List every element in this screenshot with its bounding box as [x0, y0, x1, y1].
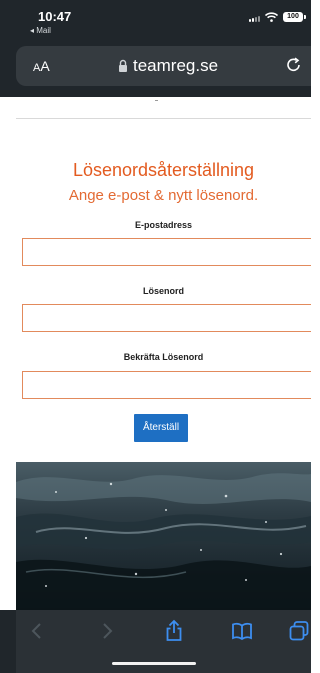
status-icons: 100 [249, 12, 306, 22]
address-bar[interactable]: AA teamreg.se [16, 46, 311, 86]
page-subtitle: Ange e-post & nytt lösenord. [68, 187, 259, 204]
confirm-password-field[interactable] [22, 371, 311, 399]
status-time: 10:47 [38, 9, 72, 24]
bookmarks-icon[interactable] [230, 619, 254, 643]
ocean-image [16, 462, 311, 610]
page-divider [16, 118, 311, 119]
tabs-icon[interactable] [287, 619, 311, 643]
password-field[interactable] [22, 304, 311, 332]
lock-icon [119, 59, 127, 72]
forward-icon[interactable] [94, 619, 118, 643]
password-label: Lösenord [142, 286, 184, 296]
text-size-button[interactable]: AA [33, 58, 50, 74]
url-display[interactable]: teamreg.se [118, 56, 218, 76]
back-icon[interactable] [26, 619, 50, 643]
status-bar: 10:47 ◂ Mail 100 [0, 0, 311, 46]
page-header-fragment [155, 100, 158, 101]
battery-icon: 100 [283, 12, 306, 22]
signal-icon [249, 12, 260, 22]
wifi-icon [265, 12, 278, 22]
browser-top-chrome: 10:47 ◂ Mail 100 AA teamreg.se [0, 0, 311, 97]
reload-icon[interactable] [285, 56, 303, 74]
confirm-password-label: Bekräfta Lösenord [123, 352, 204, 362]
email-field[interactable] [22, 238, 311, 266]
reset-button[interactable]: Återställ [134, 414, 188, 442]
page-title: Lösenordsåterställning [72, 160, 255, 180]
home-indicator [112, 662, 196, 665]
share-icon[interactable] [162, 619, 186, 643]
back-to-app-link[interactable]: ◂ Mail [30, 26, 51, 35]
url-text: teamreg.se [133, 56, 219, 75]
email-label: E-postadress [134, 220, 193, 230]
